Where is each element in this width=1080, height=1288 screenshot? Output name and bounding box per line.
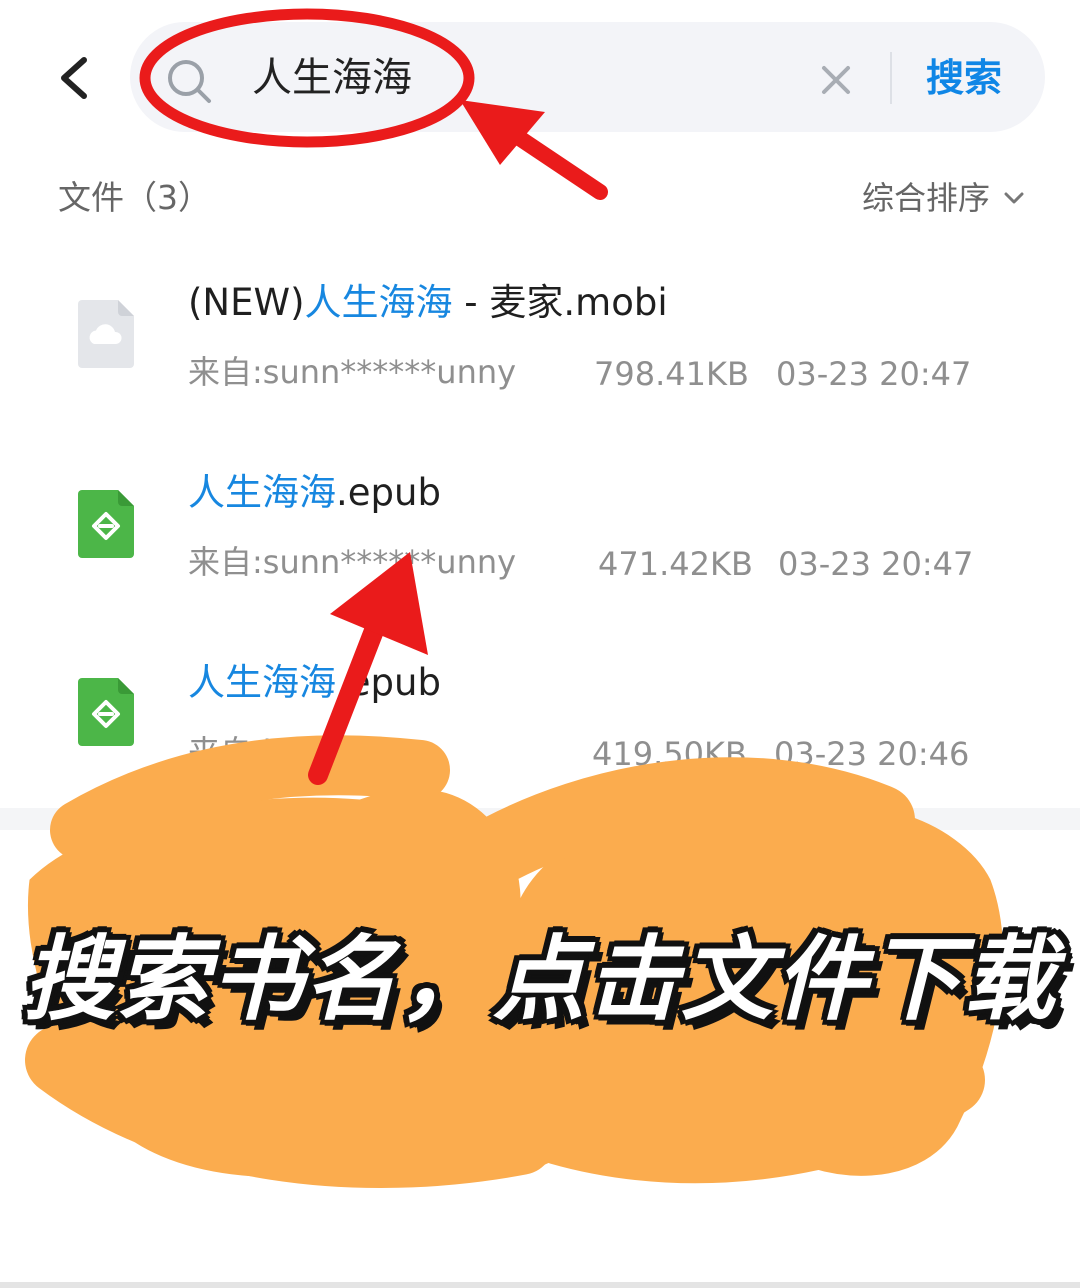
file-name[interactable]: (NEW)人生海海 - 麦家.mobi	[188, 278, 668, 328]
name-highlight: 人生海海	[188, 661, 336, 704]
file-size: 419.50KB	[592, 735, 747, 773]
clear-icon[interactable]	[818, 62, 854, 98]
search-button[interactable]: 搜索	[908, 48, 1020, 108]
chevron-left-icon	[61, 57, 87, 99]
section-title: 文件（3）	[58, 178, 211, 217]
file-name[interactable]: 人生海海.epub	[188, 658, 441, 708]
name-highlight: 人生海海	[304, 281, 453, 324]
file-name[interactable]: 人生海海.epub	[188, 468, 441, 518]
back-button[interactable]	[50, 50, 100, 106]
search-divider	[890, 52, 892, 104]
bottom-divider	[0, 1282, 1080, 1288]
file-source: 来自:be***bei	[188, 733, 400, 771]
sort-label: 综合排序	[862, 179, 991, 217]
file-time: 03-23 20:47	[776, 355, 972, 393]
file-source: 来自:sunn******unny	[188, 353, 517, 391]
file-size: 471.42KB	[598, 545, 753, 583]
cloud-file-icon	[78, 300, 134, 368]
epub-file-icon	[78, 490, 134, 558]
epub-file-icon	[78, 678, 134, 746]
file-source: 来自:sunn******unny	[188, 543, 517, 581]
file-size: 798.41KB	[594, 355, 749, 393]
section-separator	[0, 808, 1080, 830]
file-time: 03-23 20:47	[778, 545, 974, 583]
name-highlight: 人生海海	[188, 471, 336, 514]
instruction-caption: 搜索书名，点击文件下载	[22, 926, 1057, 1033]
search-input[interactable]: 人生海海	[252, 50, 412, 106]
sort-dropdown[interactable]: 综合排序	[862, 176, 1026, 220]
file-time: 03-23 20:46	[774, 735, 970, 773]
search-icon	[165, 57, 213, 105]
chevron-down-icon	[1004, 192, 1024, 204]
